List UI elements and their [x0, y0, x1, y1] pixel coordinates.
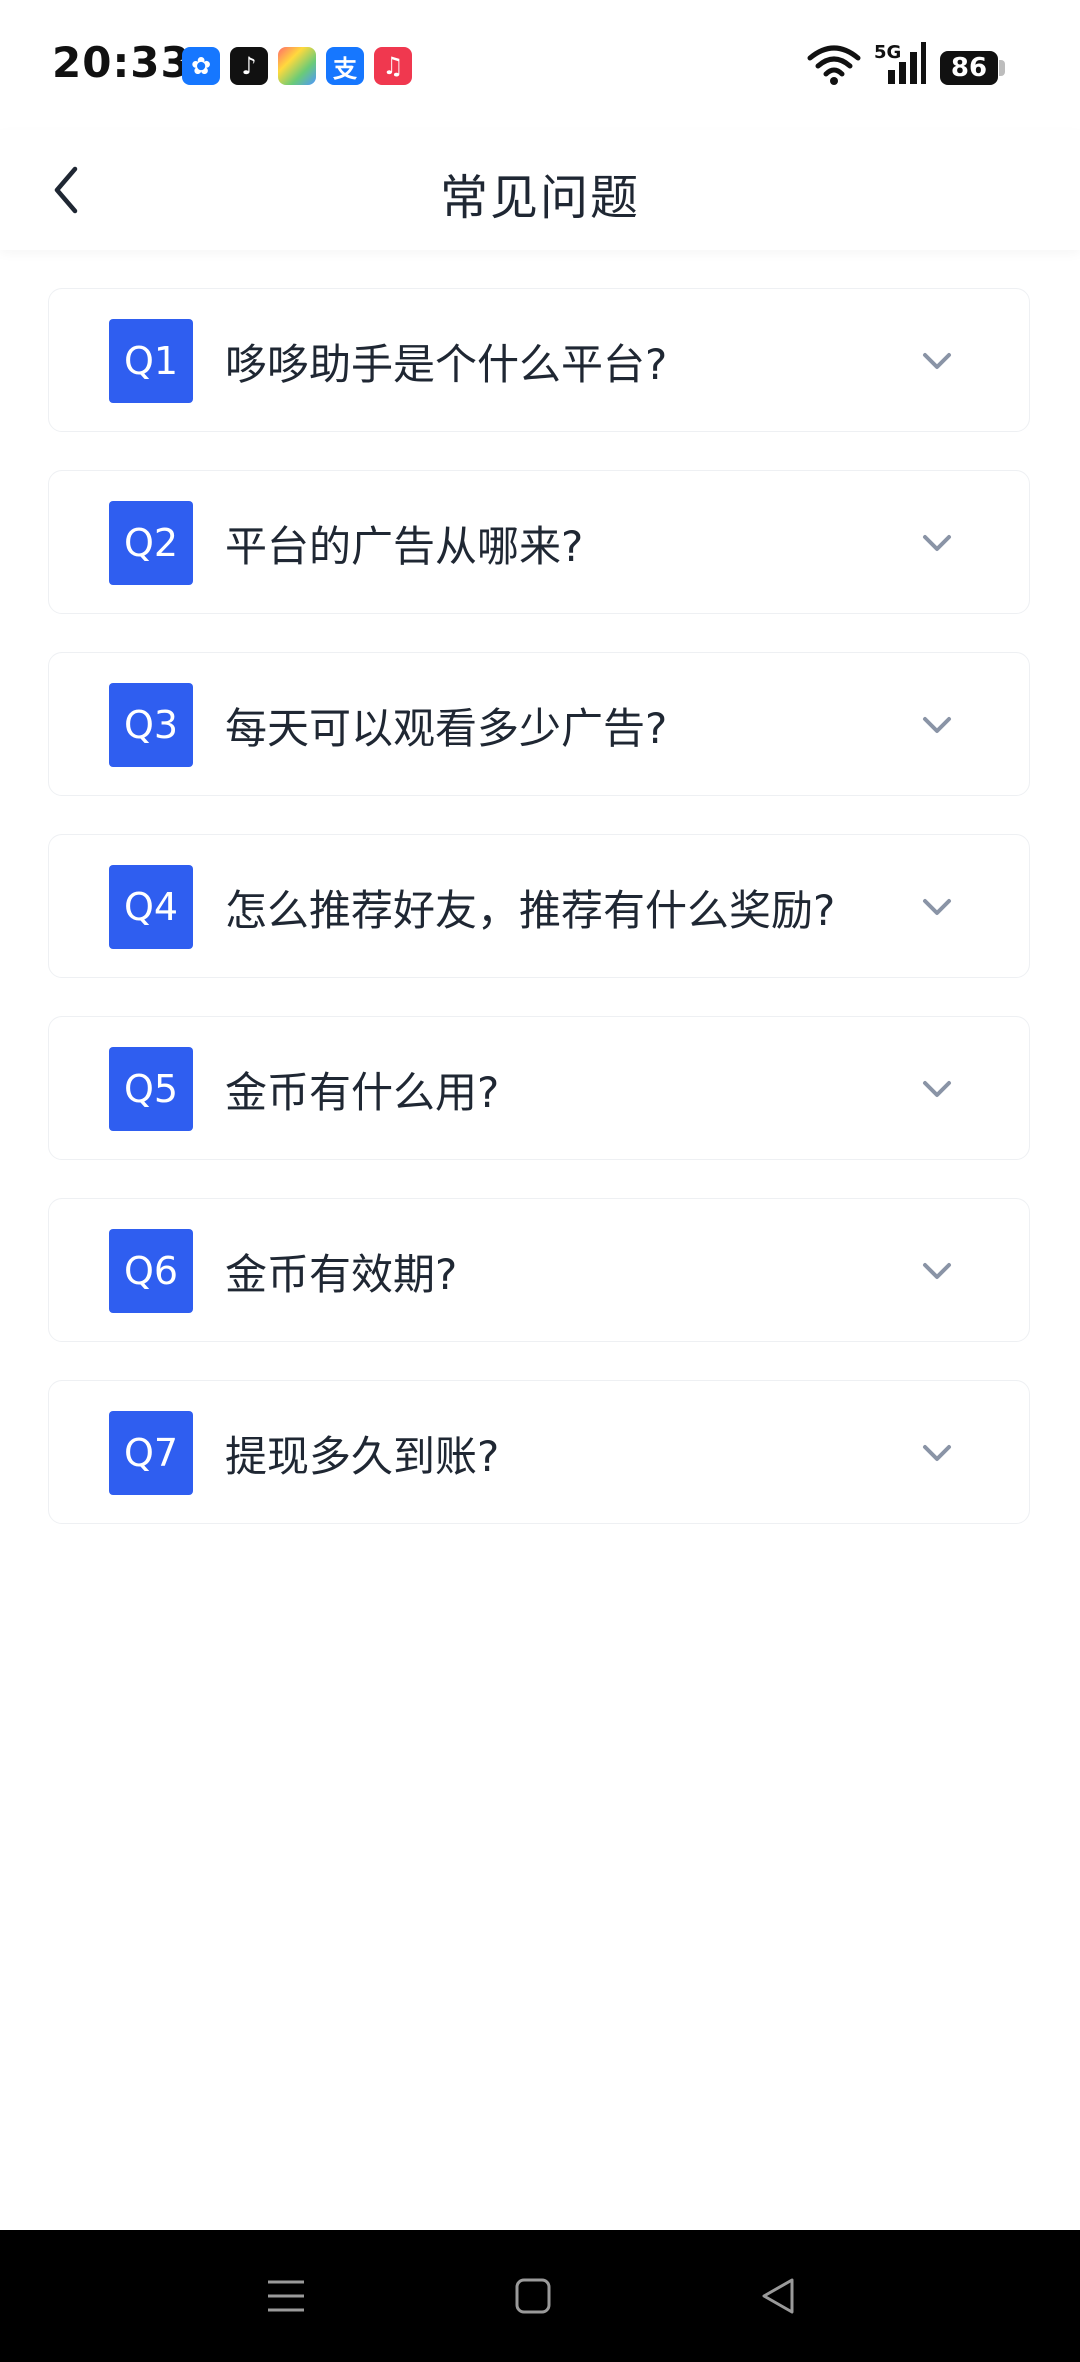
question-badge: Q7: [109, 1411, 193, 1495]
tiktok-icon: ♪: [230, 47, 268, 85]
question-text: 提现多久到账?: [225, 1432, 500, 1481]
faq-item-q4[interactable]: Q4 怎么推荐好友，推荐有什么奖励?: [48, 834, 1030, 978]
chevron-down-icon: [923, 899, 951, 915]
question-badge: Q1: [109, 319, 193, 403]
back-triangle-icon: [762, 2278, 794, 2314]
question-badge: Q3: [109, 683, 193, 767]
battery-indicator: 86: [940, 51, 998, 85]
music-icon: ♫: [374, 47, 412, 85]
faq-item-q3[interactable]: Q3 每天可以观看多少广告?: [48, 652, 1030, 796]
status-time: 20:33: [52, 38, 191, 87]
question-badge: Q2: [109, 501, 193, 585]
nav-home-button[interactable]: [503, 2266, 563, 2326]
faq-item-q6[interactable]: Q6 金币有效期?: [48, 1198, 1030, 1342]
question-text: 哆哆助手是个什么平台?: [225, 340, 668, 389]
alipay-icon: 支: [326, 47, 364, 85]
faq-item-q5[interactable]: Q5 金币有什么用?: [48, 1016, 1030, 1160]
chevron-down-icon: [923, 717, 951, 733]
system-nav-bar: [0, 2230, 1080, 2362]
faq-item-q2[interactable]: Q2 平台的广告从哪来?: [48, 470, 1030, 614]
menu-icon: [268, 2280, 304, 2312]
question-text: 平台的广告从哪来?: [225, 522, 584, 571]
faq-list: Q1 哆哆助手是个什么平台? Q2 平台的广告从哪来? Q3 每天可以观看多少广…: [48, 288, 1032, 1562]
page-title: 常见问题: [439, 170, 640, 226]
battery-tip: [999, 60, 1005, 76]
question-text: 每天可以观看多少广告?: [225, 704, 668, 753]
wifi-icon: [807, 45, 861, 85]
question-badge: Q4: [109, 865, 193, 949]
nav-back-button[interactable]: [748, 2266, 808, 2326]
status-bar: 20:33 ✿ ♪ 支 ♫ 5G 86: [0, 0, 1080, 130]
question-text: 金币有效期?: [225, 1250, 458, 1299]
pinwheel-icon: ✿: [182, 47, 220, 85]
question-badge: Q5: [109, 1047, 193, 1131]
nav-menu-button[interactable]: [256, 2266, 316, 2326]
home-icon: [515, 2278, 551, 2314]
question-badge: Q6: [109, 1229, 193, 1313]
faq-item-q1[interactable]: Q1 哆哆助手是个什么平台?: [48, 288, 1030, 432]
chevron-down-icon: [923, 353, 951, 369]
question-text: 怎么推荐好友，推荐有什么奖励?: [225, 886, 836, 935]
faq-item-q7[interactable]: Q7 提现多久到账?: [48, 1380, 1030, 1524]
map-app-icon: [278, 47, 316, 85]
chevron-down-icon: [923, 1081, 951, 1097]
signal-icon: [888, 42, 926, 84]
question-text: 金币有什么用?: [225, 1068, 500, 1117]
chevron-down-icon: [923, 1445, 951, 1461]
chevron-down-icon: [923, 535, 951, 551]
header-bar: 常见问题: [0, 130, 1080, 250]
chevron-down-icon: [923, 1263, 951, 1279]
